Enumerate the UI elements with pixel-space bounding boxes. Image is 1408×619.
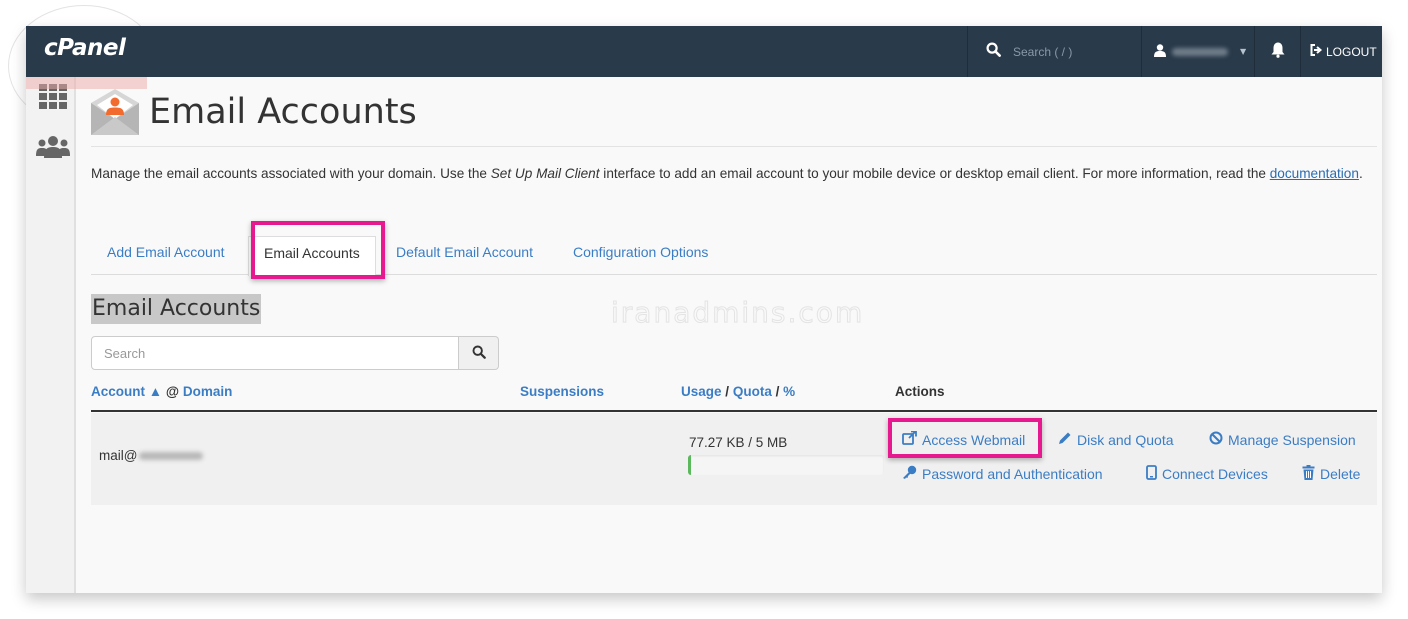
connect-devices-label: Connect Devices <box>1162 466 1268 482</box>
accounts-table-header: Account ▲ @ Domain Suspensions Usage / Q… <box>91 383 1377 412</box>
ban-icon <box>1209 431 1228 448</box>
logout-label: LOGOUT <box>1326 44 1377 59</box>
logout-button[interactable]: LOGOUT <box>1310 26 1377 77</box>
sidebar-users-button[interactable] <box>36 135 70 163</box>
description-emphasis: Set Up Mail Client <box>490 166 600 181</box>
password-authentication-link[interactable]: Password and Authentication <box>902 465 1103 482</box>
sort-account[interactable]: Account <box>91 384 145 399</box>
delete-link[interactable]: Delete <box>1302 465 1360 483</box>
account-search <box>91 336 499 370</box>
sidebar-home-button[interactable] <box>38 84 68 113</box>
bell-icon <box>1271 42 1285 62</box>
notifications-button[interactable] <box>1255 26 1301 77</box>
tab-configuration-options[interactable]: Configuration Options <box>573 244 708 260</box>
title-divider <box>91 146 1377 147</box>
username-redacted <box>1172 47 1228 56</box>
watermark-ribbon <box>26 77 147 89</box>
top-navbar: cPanel Search ( / ) ▼ LOGOUT <box>26 26 1382 77</box>
mobile-icon <box>1146 465 1162 483</box>
trash-icon <box>1302 465 1320 483</box>
sort-suspensions[interactable]: Suspensions <box>520 384 604 399</box>
table-row: mail@ 77.27 KB / 5 MB Access Webmail Dis… <box>91 413 1377 505</box>
disk-quota-label: Disk and Quota <box>1077 431 1174 448</box>
column-usage-quota: Usage / Quota / % <box>681 384 795 399</box>
page-title: Email Accounts <box>149 92 417 132</box>
account-prefix: mail@ <box>99 448 138 463</box>
global-search-placeholder[interactable]: Search ( / ) <box>1013 45 1072 59</box>
global-search[interactable]: Search ( / ) <box>967 26 1142 77</box>
delete-label: Delete <box>1320 466 1361 482</box>
usage-text: 77.27 KB / 5 MB <box>689 435 788 450</box>
user-icon <box>1154 42 1166 61</box>
watermark-text: iranadmins.com <box>610 296 865 330</box>
slash-separator: / <box>725 384 730 399</box>
password-authentication-label: Password and Authentication <box>922 465 1103 482</box>
account-email: mail@ <box>99 448 204 463</box>
connect-devices-link[interactable]: Connect Devices <box>1146 465 1268 483</box>
description-text: interface to add an email account to you… <box>599 166 1270 181</box>
usage-progress-fill <box>688 455 691 475</box>
domain-redacted <box>139 451 204 460</box>
sort-quota[interactable]: Quota <box>733 384 772 399</box>
usage-progress-bar <box>688 455 884 475</box>
sort-arrow-up-icon: ▲ <box>148 384 163 399</box>
logout-icon <box>1310 44 1323 59</box>
column-actions: Actions <box>895 384 945 399</box>
section-title: Email Accounts <box>91 294 262 324</box>
manage-suspension-link[interactable]: Manage Suspension <box>1209 431 1356 448</box>
description-text: . <box>1358 166 1363 181</box>
description-text: Manage the email accounts associated wit… <box>91 166 491 181</box>
chevron-down-icon: ▼ <box>1240 47 1247 56</box>
documentation-link[interactable]: documentation <box>1270 166 1359 181</box>
cpanel-logo[interactable]: cPanel <box>44 35 126 61</box>
slash-separator: / <box>775 384 780 399</box>
tab-default-email-account[interactable]: Default Email Account <box>396 244 533 260</box>
cpanel-window: cPanel Search ( / ) ▼ LOGOUT Email Accou… <box>26 26 1382 593</box>
external-link-icon <box>902 430 922 448</box>
sort-percent[interactable]: % <box>783 384 795 399</box>
column-account-domain: Account ▲ @ Domain <box>91 384 232 399</box>
email-accounts-icon <box>91 89 139 135</box>
account-search-button[interactable] <box>459 336 499 370</box>
manage-suspension-label: Manage Suspension <box>1228 431 1356 448</box>
search-icon <box>472 344 486 363</box>
pencil-icon <box>1058 431 1077 448</box>
sort-domain[interactable]: Domain <box>183 384 233 399</box>
users-icon <box>36 136 70 162</box>
user-menu[interactable]: ▼ <box>1142 26 1255 77</box>
sidebar <box>26 77 76 593</box>
tab-add-email-account[interactable]: Add Email Account <box>107 244 225 260</box>
tab-bar: Add Email Account Email Accounts Default… <box>91 236 1377 276</box>
at-separator: @ <box>165 384 180 399</box>
page-header: Email Accounts <box>91 89 417 135</box>
tab-email-accounts[interactable]: Email Accounts <box>248 236 376 276</box>
access-webmail-link[interactable]: Access Webmail <box>902 430 1026 448</box>
sort-usage[interactable]: Usage <box>681 384 722 399</box>
search-icon <box>986 42 1001 61</box>
disk-quota-link[interactable]: Disk and Quota <box>1058 431 1174 448</box>
access-webmail-label: Access Webmail <box>922 431 1026 448</box>
account-search-input[interactable] <box>91 336 459 370</box>
key-icon <box>902 465 922 482</box>
page-description: Manage the email accounts associated wit… <box>91 165 1371 183</box>
